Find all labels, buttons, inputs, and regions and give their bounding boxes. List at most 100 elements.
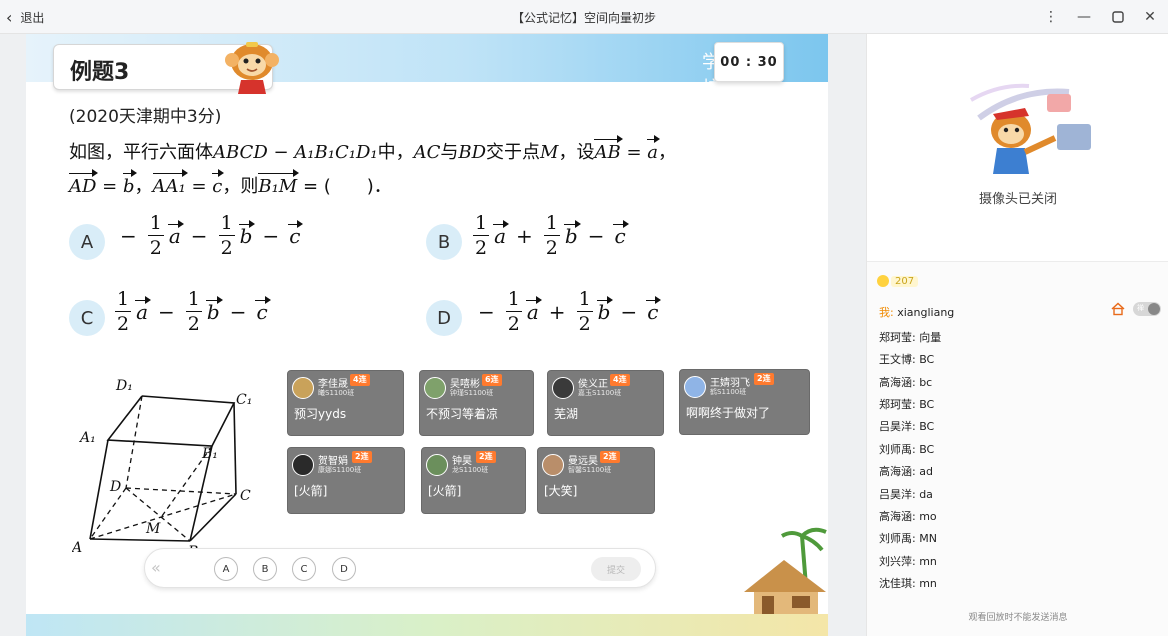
q-text: 如图，平行六面体 <box>69 142 213 163</box>
fraction: 12 <box>115 290 132 335</box>
chat-message: 王文博: BC <box>879 353 935 366</box>
camera-panel: 摄像头已关闭 <box>867 34 1168 262</box>
danmaku-card[interactable]: 李佳晟 4连 曦S1100班 预习yyds <box>287 370 404 436</box>
option-d-button[interactable]: D <box>426 300 462 336</box>
danmaku-class: 曦S1100班 <box>318 389 355 397</box>
fraction: 12 <box>505 288 522 334</box>
vector-c: c <box>288 220 304 248</box>
answer-option-d[interactable]: D <box>332 557 356 581</box>
denominator: 2 <box>149 237 162 259</box>
maximize-icon[interactable] <box>1107 6 1129 28</box>
chat-message: 刘兴萍: mn <box>879 555 937 568</box>
q-text: ，则 <box>222 176 259 197</box>
answer-option-a[interactable]: A <box>214 557 238 581</box>
camera-status: 摄像头已关闭 <box>978 192 1057 207</box>
my-user-row: 我: xiangliang <box>879 304 954 320</box>
danmaku-card[interactable]: 钟昊 2连 龙S1100班 [火箭] <box>421 447 526 514</box>
chat-message: 郑珂莹: 向量 <box>879 331 942 344</box>
danmaku-class: 钟瑾S1100班 <box>450 389 494 397</box>
avatar <box>292 377 314 399</box>
sign: − <box>190 224 208 248</box>
question-line-2: AD = b，AA₁ = c，则B₁M = ( )． <box>69 169 392 198</box>
vector-a: a <box>135 296 151 324</box>
label-a: A <box>72 540 82 556</box>
vector-b: b <box>122 169 136 197</box>
sign: − <box>158 300 175 324</box>
label-a1: A₁ <box>78 430 96 446</box>
vector-c: c <box>613 220 629 248</box>
streak-badge: 4连 <box>350 374 370 386</box>
home-icon[interactable] <box>1111 302 1125 316</box>
denominator: 2 <box>117 313 130 335</box>
chat-mode-toggle[interactable]: 禅 <box>1133 302 1161 316</box>
chat-message: 高海涵: ad <box>879 465 933 478</box>
danmaku-message: 不预习等着凉 <box>426 407 499 421</box>
fraction: 12 <box>473 214 490 258</box>
streak-badge: 6连 <box>482 374 502 386</box>
vector-a: a <box>647 135 660 163</box>
vector-ab: AB <box>594 135 623 163</box>
option-a-expression: − 12 a − 12 b − c <box>112 212 304 259</box>
numerator: 1 <box>543 212 560 236</box>
smile-icon <box>877 275 889 287</box>
chat-message: 刘师禹: BC <box>879 443 935 456</box>
danmaku-card[interactable]: 吴嘻彬 6连 钟瑾S1100班 不预习等着凉 <box>419 370 534 436</box>
denominator: 2 <box>578 313 591 335</box>
vector-ad: AD <box>69 169 99 197</box>
danmaku-message: [大笑] <box>544 484 578 498</box>
danmaku-class: 龙S1100班 <box>452 466 489 474</box>
camera-off-monkey-icon <box>970 83 1091 174</box>
option-b-button[interactable]: B <box>426 224 462 260</box>
answer-option-c[interactable]: C <box>292 557 316 581</box>
option-a-button[interactable]: A <box>69 224 105 260</box>
q-math: BD <box>458 142 487 163</box>
denominator: 2 <box>545 237 558 259</box>
chat-message: 沈佳琪: mn <box>879 577 937 590</box>
label-c: C <box>240 488 251 504</box>
vector-aa1: AA₁ <box>152 169 188 197</box>
close-icon[interactable]: ✕ <box>1139 6 1161 28</box>
danmaku-card[interactable]: 曼远昊 2连 智馨S1100班 [大笑] <box>537 447 655 514</box>
chat-message: 郑珂莹: BC <box>879 398 935 411</box>
submit-button[interactable]: 提交 <box>591 557 641 581</box>
label-m: M <box>145 521 161 537</box>
numerator: 1 <box>218 212 235 236</box>
answer-option-b[interactable]: B <box>253 557 277 581</box>
chat-message: 高海涵: bc <box>879 376 933 389</box>
option-c-expression: 12 a − 12 b − c <box>112 290 271 335</box>
online-count-value: 207 <box>891 275 919 287</box>
vector-b: b <box>563 220 581 248</box>
vector-a: a <box>493 220 509 248</box>
vector-a: a <box>525 296 542 324</box>
sign: + <box>516 224 533 248</box>
danmaku-message: 预习yyds <box>294 407 347 421</box>
toggle-label: 禅 <box>1137 304 1144 312</box>
vector-c: c <box>646 296 662 324</box>
danmaku-message: 芜湖 <box>554 407 579 421</box>
danmaku-card[interactable]: 侯义正 4连 嘉玉S1100班 芜湖 <box>547 370 664 436</box>
q-math: M <box>540 142 559 163</box>
q-text: ， <box>657 142 676 163</box>
monkey-mascot-icon <box>225 42 279 94</box>
chat-message: 刘师禹: MN <box>879 532 937 545</box>
sign: − <box>478 300 495 324</box>
chat-panel: 207 我: xiangliang 禅 郑珂莹: 向量 王文博: BC 高海涵:… <box>867 262 1168 636</box>
window-title: 【公式记忆】空间向量初步 <box>511 11 656 25</box>
label-d: D <box>109 479 121 495</box>
sign: − <box>587 224 605 248</box>
danmaku-card[interactable]: 王婧羽飞 2连 鹤S1100班 啊啊终于做对了 <box>679 369 810 435</box>
danmaku-card[interactable]: 贺智娟 2连 康娜S1100班 [火箭] <box>287 447 405 514</box>
collapse-icon[interactable]: « <box>151 558 161 577</box>
denominator: 2 <box>220 237 233 259</box>
danmaku-class: 嘉玉S1100班 <box>578 389 622 397</box>
example-title: 例题3 <box>70 60 130 85</box>
option-c-button[interactable]: C <box>69 300 105 336</box>
minimize-icon[interactable]: — <box>1073 6 1095 28</box>
more-vertical-icon[interactable]: ⋮ <box>1040 6 1062 28</box>
chat-message: 高海涵: mo <box>879 510 937 523</box>
avatar <box>292 454 314 476</box>
q-text: 与 <box>440 142 459 163</box>
vector-b: b <box>238 220 256 248</box>
fraction: 12 <box>218 212 235 259</box>
numerator: 1 <box>505 288 522 312</box>
